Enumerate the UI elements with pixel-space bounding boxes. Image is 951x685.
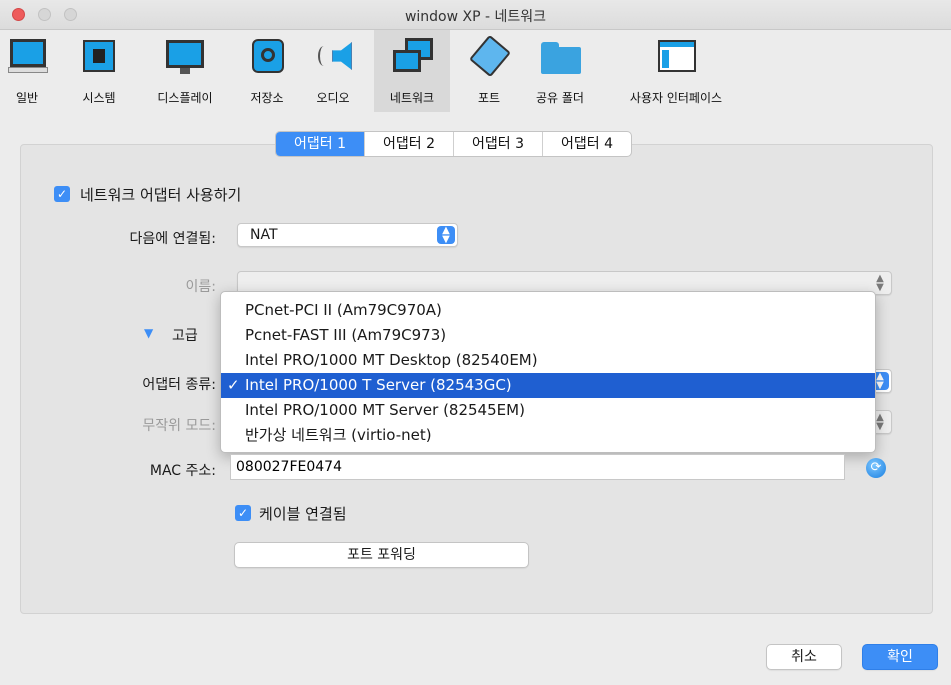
advanced-label: 고급 [172, 328, 198, 344]
attached-to-label: 다음에 연결됨: [129, 231, 216, 247]
toolbar-item-general[interactable]: 일반 [0, 30, 54, 112]
window-title: window XP - 네트워크 [404, 9, 547, 25]
adapter-type-option[interactable]: 반가상 네트워크 (virtio-net) [221, 423, 875, 448]
tab-adapter-2[interactable]: 어댑터 2 [364, 132, 453, 156]
promiscuous-mode-label: 무작위 모드: [142, 418, 216, 434]
toolbar-item-shared-folders[interactable]: 공유 폴더 [525, 30, 595, 112]
adapter-type-option[interactable]: PCnet-PCI II (Am79C970A) [221, 298, 875, 323]
toolbar-item-network[interactable]: 네트워크 [374, 30, 450, 112]
user-interface-icon [653, 36, 699, 80]
adapter-type-option-selected[interactable]: ✓ Intel PRO/1000 T Server (82543GC) [221, 373, 875, 398]
toolbar-item-system[interactable]: 시스템 [72, 30, 126, 112]
ok-button[interactable]: 확인 [862, 644, 938, 670]
adapter-type-option[interactable]: Intel PRO/1000 MT Server (82545EM) [221, 398, 875, 423]
port-forwarding-button[interactable]: 포트 포워딩 [234, 542, 529, 568]
toolbar-item-audio[interactable]: 오디오 [306, 30, 360, 112]
settings-toolbar: 일반 시스템 디스플레이 저장소 오디오 네트워크 포트 공유 폴더 사용자 인… [0, 30, 951, 112]
general-icon [4, 36, 50, 80]
name-label: 이름: [185, 279, 216, 295]
adapter-type-option[interactable]: Pcnet-FAST III (Am79C973) [221, 323, 875, 348]
refresh-mac-icon[interactable]: ⟳ [866, 458, 886, 478]
shared-folder-icon [537, 36, 583, 80]
tab-adapter-3[interactable]: 어댑터 3 [453, 132, 542, 156]
system-chip-icon [76, 36, 122, 80]
mac-address-input[interactable] [231, 455, 844, 479]
enable-adapter-label: 네트워크 어댑터 사용하기 [80, 186, 242, 204]
port-icon [466, 34, 512, 80]
cable-connected-label: 케이블 연결됨 [259, 505, 347, 523]
tab-adapter-4[interactable]: 어댑터 4 [542, 132, 631, 156]
adapter-tabs: 어댑터 1 어댑터 2 어댑터 3 어댑터 4 [275, 131, 632, 157]
mac-address-label: MAC 주소: [149, 463, 216, 479]
checkmark-icon: ✓ [227, 376, 240, 394]
toolbar-item-display[interactable]: 디스플레이 [145, 30, 225, 112]
network-icon [389, 36, 435, 80]
cancel-button[interactable]: 취소 [766, 644, 842, 670]
adapter-type-option[interactable]: Intel PRO/1000 MT Desktop (82540EM) [221, 348, 875, 373]
chevron-up-down-icon: ▲ ▼ [876, 273, 884, 293]
toolbar-item-storage[interactable]: 저장소 [240, 30, 294, 112]
toolbar-item-ports[interactable]: 포트 [462, 30, 516, 112]
adapter-type-menu: PCnet-PCI II (Am79C970A) Pcnet-FAST III … [220, 291, 876, 453]
tab-adapter-1[interactable]: 어댑터 1 [276, 132, 364, 156]
attached-to-value: NAT [250, 227, 278, 243]
toolbar-item-user-interface[interactable]: 사용자 인터페이스 [607, 30, 745, 112]
display-monitor-icon [162, 36, 208, 80]
title-bar: window XP - 네트워크 [0, 0, 951, 30]
audio-speaker-icon [310, 36, 356, 80]
disclosure-triangle-icon[interactable]: ▼ [144, 326, 153, 340]
chevron-up-down-icon: ▲ ▼ [437, 226, 455, 245]
enable-adapter-checkbox[interactable]: ✓ [54, 186, 70, 202]
storage-disk-icon [244, 36, 290, 80]
attached-to-select[interactable]: NAT ▲ ▼ [237, 223, 458, 247]
adapter-type-label: 어댑터 종류: [142, 377, 216, 393]
cable-connected-checkbox[interactable]: ✓ [235, 505, 251, 521]
mac-address-field[interactable] [230, 454, 845, 480]
